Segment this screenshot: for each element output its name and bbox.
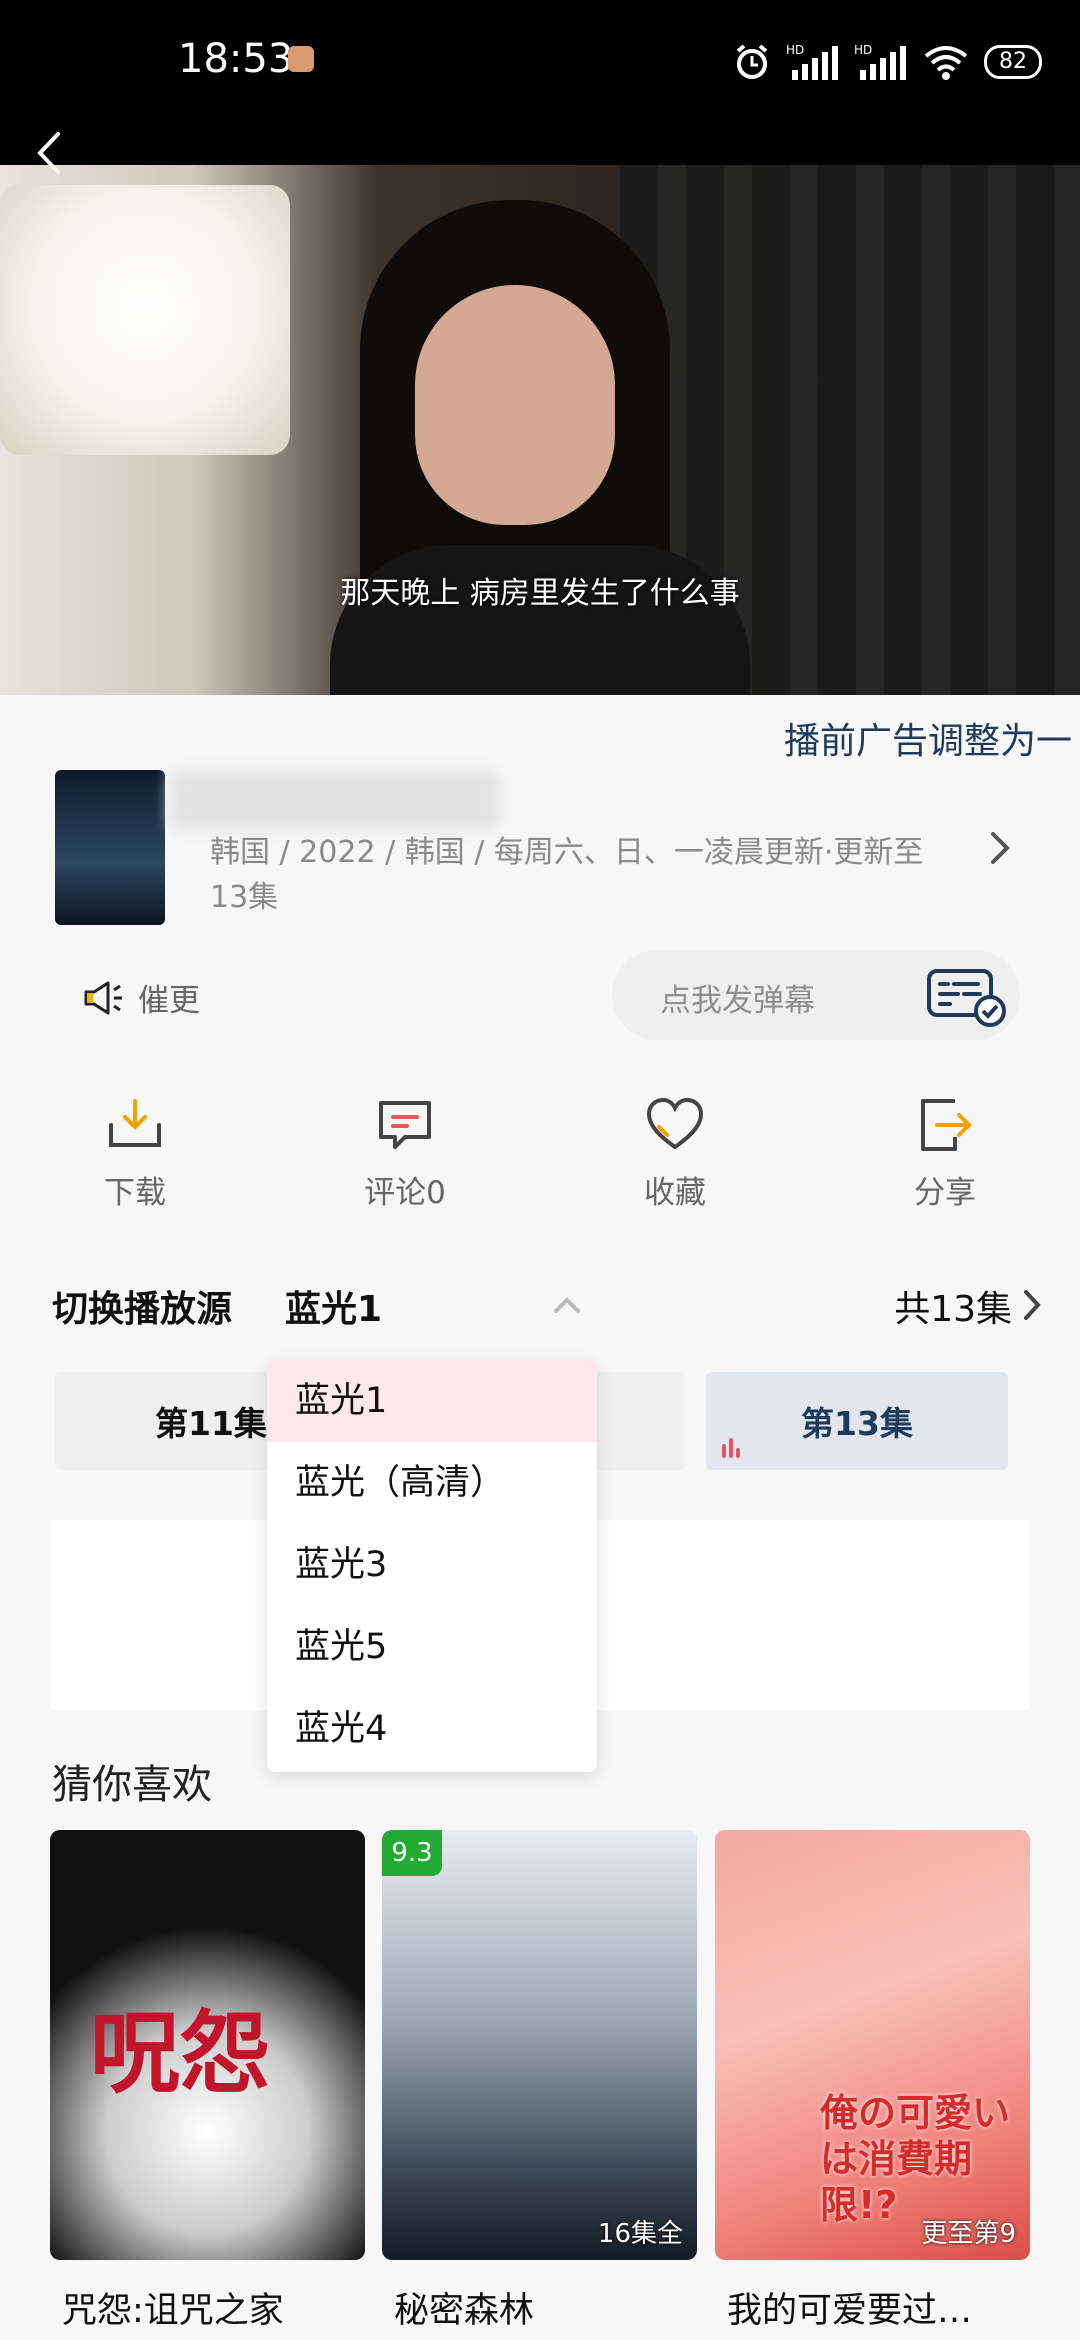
video-subtitle: 那天晚上 病房里发生了什么事 (340, 576, 740, 611)
playing-indicator-icon (722, 1438, 740, 1458)
share-label: 分享 (914, 1175, 976, 1211)
total-episodes[interactable]: 共13集 (894, 1280, 1012, 1332)
dropdown-option[interactable]: 蓝光（高清） (267, 1442, 597, 1524)
action-row: 下载 评论0 收藏 分享 (0, 1095, 1080, 1235)
recommend-card-title[interactable]: 秘密森林 (394, 2282, 534, 2333)
ad-marquee: 播前广告调整为一 (783, 721, 1072, 762)
signal-icon: HD (786, 43, 838, 80)
video-lamp (0, 185, 290, 455)
recommend-card-title[interactable]: 我的可爱要过… (727, 2282, 972, 2333)
favorite-label: 收藏 (644, 1175, 706, 1211)
video-player[interactable] (0, 165, 1080, 695)
status-time: 18:53 (178, 36, 294, 82)
score-badge: 9.3 (382, 1830, 442, 1876)
episode-11-label: 第11集 (155, 1404, 267, 1443)
download-button[interactable]: 下载 (0, 1095, 270, 1235)
share-icon (921, 1099, 972, 1151)
show-title-blurred (170, 770, 500, 830)
poster-text: 呪怨 (90, 2000, 270, 2106)
danmu-settings-icon[interactable] (926, 968, 1008, 1028)
download-icon (109, 1099, 161, 1147)
svg-text:HD: HD (786, 43, 804, 57)
chevron-right-icon[interactable] (985, 828, 1015, 868)
favorite-button[interactable]: 收藏 (540, 1095, 810, 1235)
wifi-icon (924, 46, 968, 80)
share-button[interactable]: 分享 (810, 1095, 1080, 1235)
download-label: 下载 (104, 1175, 166, 1211)
poster-text: 俺の可愛いは消費期限!? (820, 2091, 1011, 2227)
recommend-card[interactable]: 呪怨 (50, 1830, 365, 2260)
cuigeng-label: 催更 (138, 983, 200, 1019)
video-person-face (415, 285, 615, 525)
recommend-card[interactable]: 9.3 16集全 (382, 1830, 697, 2260)
card-episode-overlay: 更至第9 (921, 2219, 1016, 2249)
dropdown-option[interactable]: 蓝光4 (267, 1688, 597, 1770)
recommend-card[interactable]: 俺の可愛いは消費期限!? 更至第9 (715, 1830, 1030, 2260)
battery-indicator: 82 (984, 45, 1042, 79)
comment-label: 评论0 (364, 1175, 446, 1211)
dropdown-option[interactable]: 蓝光3 (267, 1524, 597, 1606)
chevron-up-icon[interactable] (552, 1295, 582, 1315)
status-icons: HD HD 82 (732, 38, 1042, 86)
dropdown-option[interactable]: 蓝光5 (267, 1606, 597, 1688)
alarm-icon (736, 44, 768, 79)
show-meta: 韩国 / 2022 / 韩国 / 每周六、日、一凌晨更新·更新至13集 (210, 835, 924, 915)
episode-13-label: 第13集 (801, 1404, 913, 1443)
recommend-title: 猜你喜欢 (52, 1762, 212, 1808)
cuigeng-button[interactable]: 催更 (82, 975, 200, 1020)
megaphone-icon (84, 981, 122, 1014)
comment-button[interactable]: 评论0 (270, 1095, 540, 1235)
signal-icon-2: HD (854, 43, 906, 80)
chevron-right-icon[interactable] (1020, 1287, 1044, 1323)
source-switch-label: 切换播放源 (52, 1289, 233, 1330)
svg-text:HD: HD (854, 43, 872, 57)
card-episode-overlay: 16集全 (597, 2219, 683, 2249)
back-arrow-icon[interactable] (28, 130, 74, 176)
show-poster[interactable] (55, 770, 165, 925)
comment-icon (379, 1101, 431, 1149)
heart-icon (646, 1097, 704, 1150)
dropdown-option[interactable]: 蓝光1 (267, 1360, 597, 1442)
source-dropdown: 蓝光1 蓝光（高清） 蓝光3 蓝光5 蓝光4 (267, 1360, 597, 1772)
source-current[interactable]: 蓝光1 (285, 1280, 382, 1332)
recommend-card-title[interactable]: 咒怨:诅咒之家 (62, 2282, 284, 2333)
danmu-placeholder: 点我发弹幕 (660, 983, 815, 1019)
notification-icon (288, 46, 314, 72)
